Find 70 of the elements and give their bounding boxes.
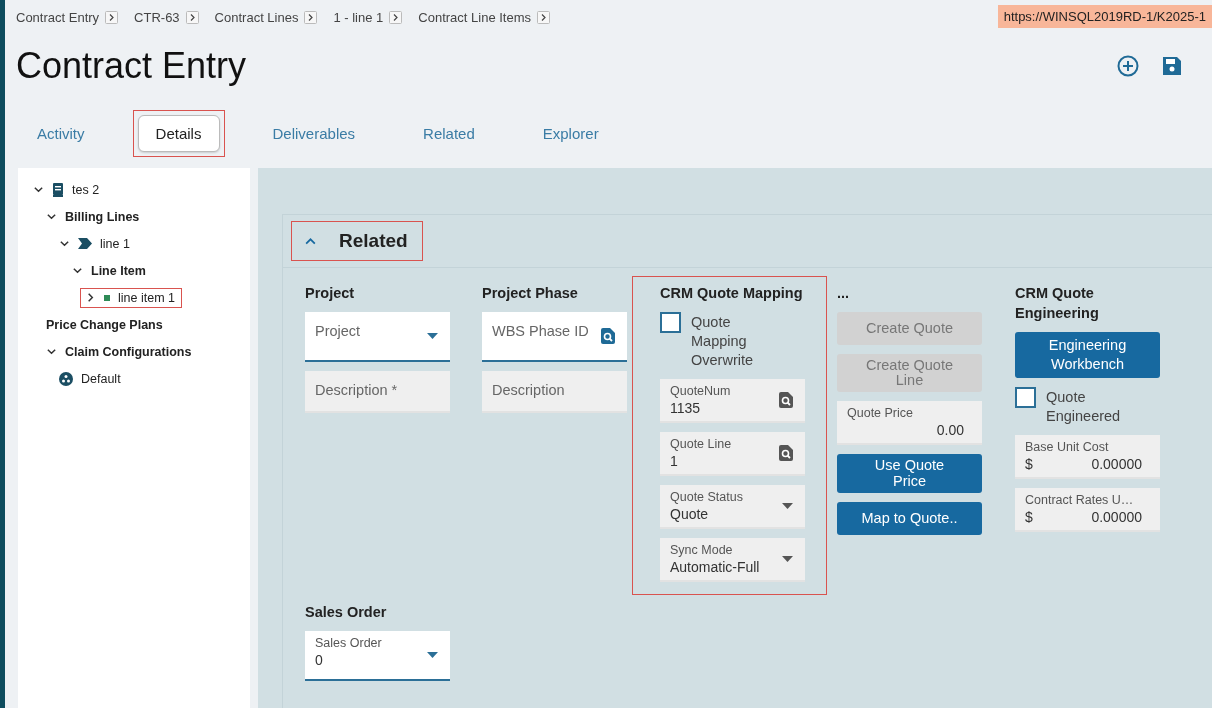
breadcrumb-link[interactable]: Contract Entry bbox=[16, 9, 100, 25]
chevron-right-icon[interactable] bbox=[105, 10, 119, 24]
tree-item[interactable]: Default bbox=[54, 368, 128, 389]
save-icon[interactable] bbox=[1160, 54, 1184, 78]
chevron-down-icon[interactable] bbox=[46, 211, 57, 222]
chevron-down-icon[interactable] bbox=[46, 346, 57, 357]
search-icon[interactable] bbox=[779, 445, 793, 461]
tab[interactable]: Related bbox=[408, 114, 490, 152]
input-field[interactable]: Quote Price 0.00 bbox=[837, 401, 982, 446]
dropdown-caret-icon[interactable] bbox=[427, 652, 438, 658]
group-heading: Project Phase bbox=[482, 284, 579, 303]
page-title: Contract Entry bbox=[16, 45, 247, 87]
dropdown-field[interactable]: Sync Mode Automatic-Full bbox=[660, 538, 805, 582]
dropdown-field[interactable]: Sales Order 0 bbox=[305, 631, 450, 681]
tree-item[interactable]: line item 1 bbox=[80, 287, 182, 308]
lookup-field[interactable]: Quote Line 1 bbox=[660, 432, 805, 476]
dropdown-field[interactable]: Project bbox=[305, 312, 450, 362]
tree-item[interactable]: Claim Configurations bbox=[41, 341, 199, 362]
server-url: https://WINSQL2019RD-1/K2025-1 bbox=[997, 5, 1212, 28]
tree-item[interactable]: tes 2 bbox=[28, 179, 107, 200]
group-heading: ... bbox=[837, 284, 851, 303]
chevron-down-icon[interactable] bbox=[33, 184, 44, 195]
tab[interactable]: Activity bbox=[22, 114, 100, 152]
square-icon bbox=[104, 294, 110, 301]
breadcrumb-link[interactable]: Contract Lines bbox=[214, 9, 299, 25]
input-field[interactable]: Description bbox=[482, 371, 627, 413]
tree-item[interactable]: line 1 bbox=[54, 233, 137, 254]
breadcrumb-link[interactable]: CTR-63 bbox=[134, 9, 180, 25]
tab[interactable]: Explorer bbox=[527, 114, 614, 152]
tab[interactable]: Details bbox=[137, 114, 220, 152]
breadcrumb-link[interactable]: Contract Line Items bbox=[418, 9, 532, 25]
chevron-down-icon[interactable] bbox=[72, 265, 83, 276]
tree-item[interactable]: Price Change Plans bbox=[41, 314, 170, 335]
input-field[interactable]: Description * bbox=[305, 371, 450, 413]
group-heading: CRM Quote Mapping bbox=[660, 284, 804, 303]
chevron-right-icon[interactable] bbox=[85, 292, 96, 303]
book-icon bbox=[52, 182, 64, 197]
search-icon[interactable] bbox=[779, 392, 793, 408]
chevron-right-icon[interactable] bbox=[389, 10, 403, 24]
dropdown-caret-icon[interactable] bbox=[427, 333, 438, 339]
section-header[interactable]: Related bbox=[291, 221, 423, 261]
tree-item[interactable]: Line Item bbox=[67, 260, 153, 281]
tab[interactable]: Deliverables bbox=[257, 114, 371, 152]
group-heading: Sales Order bbox=[305, 603, 388, 622]
dropdown-caret-icon[interactable] bbox=[782, 556, 793, 562]
dropdown-caret-icon[interactable] bbox=[782, 503, 793, 509]
lookup-field[interactable]: WBS Phase ID bbox=[482, 312, 627, 362]
checkbox[interactable] bbox=[1015, 386, 1036, 408]
chevron-down-icon[interactable] bbox=[59, 238, 70, 249]
tree-item[interactable]: Billing Lines bbox=[41, 206, 147, 227]
lookup-field[interactable]: QuoteNum 1135 bbox=[660, 379, 805, 423]
checkbox-label: Quote Mapping Overwrite bbox=[691, 313, 755, 370]
search-icon[interactable] bbox=[601, 328, 615, 344]
checkbox[interactable] bbox=[660, 312, 681, 333]
tag-icon bbox=[78, 238, 92, 249]
add-icon[interactable] bbox=[1116, 54, 1140, 78]
breadcrumb-link[interactable]: 1 - line 1 bbox=[333, 9, 384, 25]
group-heading: CRM Quote Engineering bbox=[1015, 284, 1100, 323]
chevron-right-icon[interactable] bbox=[304, 10, 318, 24]
action-button[interactable]: Map to Quote.. bbox=[837, 501, 982, 535]
input-field[interactable]: Base Unit Cost $ 0.00000 bbox=[1015, 434, 1160, 479]
action-button[interactable]: Engineering Workbench bbox=[1015, 332, 1160, 378]
dropdown-field[interactable]: Quote Status Quote bbox=[660, 485, 805, 529]
checkbox-label: Quote Engineered bbox=[1046, 387, 1121, 426]
action-button[interactable]: Use Quote Price bbox=[837, 454, 982, 493]
chevron-right-icon[interactable] bbox=[537, 10, 551, 24]
chevron-right-icon[interactable] bbox=[185, 10, 199, 24]
group-heading: Project bbox=[305, 284, 356, 303]
input-field[interactable]: Contract Rates U… $ 0.00000 bbox=[1015, 487, 1160, 532]
cluster-icon bbox=[59, 371, 73, 386]
